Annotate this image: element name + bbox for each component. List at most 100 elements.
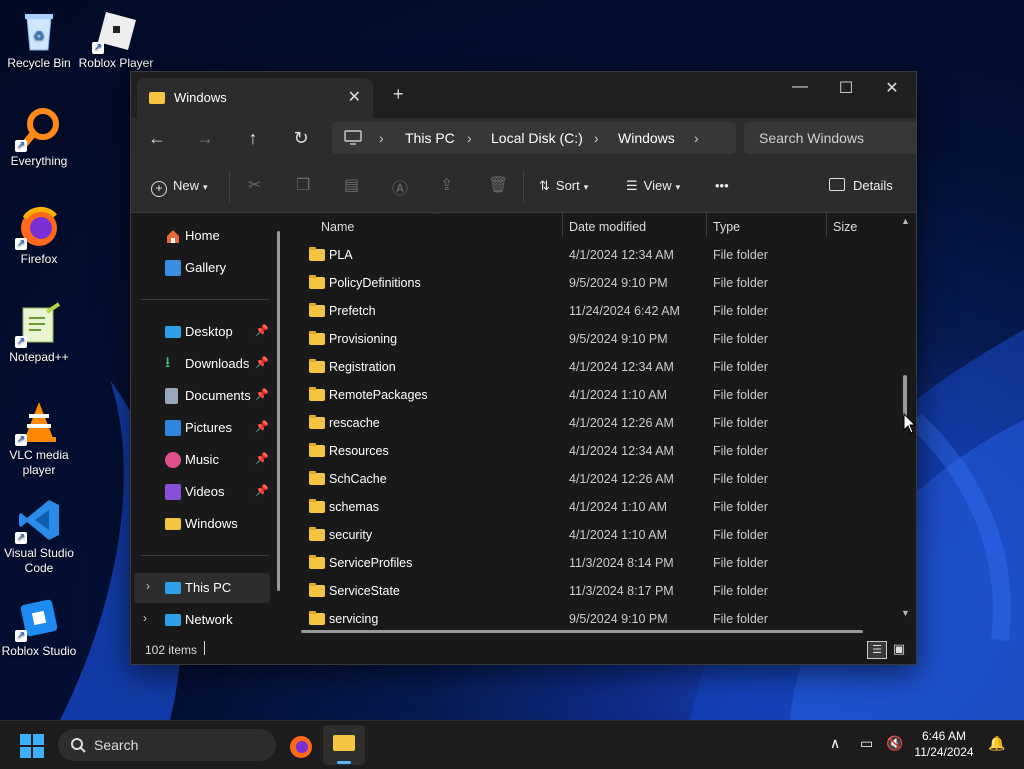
pin-icon[interactable]: 📌: [255, 484, 269, 497]
column-header-type[interactable]: Type: [713, 220, 740, 234]
table-row[interactable]: Resources 4/1/2024 12:34 AM File folder: [289, 437, 899, 465]
desktop-icon-vscode[interactable]: ↗ Visual Studio Code: [1, 498, 77, 576]
sidebar-item-music[interactable]: Music 📌: [131, 445, 271, 475]
videos-icon: [165, 484, 181, 500]
details-view-icon[interactable]: ☰: [867, 641, 887, 659]
table-row[interactable]: SchCache 4/1/2024 12:26 AM File folder: [289, 465, 899, 493]
list-scrollbar-thumb[interactable]: [903, 375, 907, 417]
view-button[interactable]: ☰ View ▾: [626, 178, 680, 194]
taskbar-search[interactable]: Search: [58, 729, 276, 761]
windows-start-icon[interactable]: [20, 734, 44, 758]
delete-icon[interactable]: 🗑: [488, 175, 508, 195]
close-window-button[interactable]: ✕: [869, 78, 915, 98]
copy-icon[interactable]: ❐: [296, 175, 310, 195]
pin-icon[interactable]: 📌: [255, 356, 269, 369]
sidebar-scrollbar[interactable]: [277, 231, 280, 591]
desktop-icon-roblox-studio[interactable]: ↗ Roblox Studio: [1, 596, 77, 659]
up-button[interactable]: ↑: [239, 128, 267, 149]
file-type: File folder: [713, 612, 768, 626]
new-tab-button[interactable]: +: [393, 84, 404, 105]
table-row[interactable]: rescache 4/1/2024 12:26 AM File folder: [289, 409, 899, 437]
sort-button[interactable]: ⇅ Sort ▾: [539, 178, 588, 194]
breadcrumb-this-pc[interactable]: This PC: [405, 130, 455, 146]
column-separator[interactable]: [706, 213, 707, 237]
table-row[interactable]: ServiceProfiles 11/3/2024 8:14 PM File fol…: [289, 549, 899, 577]
minimize-button[interactable]: —: [777, 78, 823, 96]
details-button[interactable]: Details: [829, 178, 893, 193]
sidebar-item-windows-folder[interactable]: Windows: [131, 509, 271, 539]
sidebar-item-network[interactable]: › Network: [131, 605, 271, 635]
pin-icon[interactable]: 📌: [255, 388, 269, 401]
breadcrumb-local-disk[interactable]: Local Disk (C:): [491, 130, 583, 146]
desktop-icon-recycle-bin[interactable]: ♻ Recycle Bin: [1, 8, 77, 71]
column-header-size[interactable]: Size: [833, 220, 857, 234]
refresh-button[interactable]: ↻: [287, 128, 315, 149]
pin-icon[interactable]: 📌: [255, 420, 269, 433]
firefox-taskbar-icon[interactable]: [288, 733, 314, 759]
column-header-date[interactable]: Date modified: [569, 220, 646, 234]
folder-icon: [309, 303, 325, 317]
table-row[interactable]: security 4/1/2024 1:10 AM File folder: [289, 521, 899, 549]
file-type: File folder: [713, 332, 768, 346]
sidebar-item-gallery[interactable]: Gallery: [131, 253, 271, 283]
pin-icon[interactable]: 📌: [255, 452, 269, 465]
breadcrumb-windows[interactable]: Windows: [618, 130, 675, 146]
table-row[interactable]: PLA 4/1/2024 12:34 AM File folder: [289, 241, 899, 269]
scroll-down-arrow-icon[interactable]: ▼: [901, 608, 910, 618]
clock[interactable]: 6:46 AM 11/24/2024: [912, 729, 976, 759]
sidebar-item-downloads[interactable]: ⭳ Downloads 📌: [131, 349, 271, 379]
desktop-icon-notepad-plus-plus[interactable]: ↗ Notepad++: [1, 302, 77, 365]
home-icon: [165, 228, 181, 244]
sidebar-item-desktop[interactable]: Desktop 📌: [131, 317, 271, 347]
rename-icon[interactable]: Ⓐ: [392, 175, 408, 199]
maximize-button[interactable]: ☐: [823, 78, 869, 98]
recycle-bin-icon: ♻: [17, 8, 61, 52]
column-separator[interactable]: [826, 213, 827, 237]
show-hidden-icons-chevron[interactable]: ∧: [830, 735, 840, 752]
desktop-icon-everything[interactable]: ↗ Everything: [1, 106, 77, 169]
table-row[interactable]: RemotePackages 4/1/2024 1:10 AM File folde…: [289, 381, 899, 409]
desktop-icon-roblox-player[interactable]: ↗ Roblox Player: [78, 8, 154, 71]
address-bar[interactable]: › This PC › Local Disk (C:) › Windows ›: [332, 122, 736, 154]
file-explorer-taskbar-button[interactable]: [323, 725, 365, 765]
shortcut-arrow-icon: ↗: [15, 434, 27, 446]
table-row[interactable]: schemas 4/1/2024 1:10 AM File folder: [289, 493, 899, 521]
more-options-button[interactable]: •••: [715, 178, 729, 193]
file-name: rescache: [329, 416, 380, 430]
search-input[interactable]: Search Windows: [744, 122, 916, 154]
table-row[interactable]: Registration 4/1/2024 12:34 AM File folder: [289, 353, 899, 381]
table-row[interactable]: Provisioning 9/5/2024 9:10 PM File folder: [289, 325, 899, 353]
table-row[interactable]: ServiceState 11/3/2024 8:17 PM File folder: [289, 577, 899, 605]
table-row[interactable]: Prefetch 11/24/2024 6:42 AM File folder: [289, 297, 899, 325]
table-row[interactable]: PolicyDefinitions 9/5/2024 9:10 PM File fo…: [289, 269, 899, 297]
sidebar-item-videos[interactable]: Videos 📌: [131, 477, 271, 507]
desktop-icon-firefox[interactable]: ↗ Firefox: [1, 204, 77, 267]
horizontal-scrollbar[interactable]: [301, 630, 863, 633]
toolbar-separator: [523, 172, 524, 202]
chevron-right-icon[interactable]: ›: [146, 579, 150, 593]
chevron-right-icon[interactable]: ›: [143, 611, 147, 625]
volume-muted-icon[interactable]: 🔇: [886, 735, 903, 752]
network-status-icon[interactable]: ▭: [860, 735, 873, 752]
notification-bell-icon[interactable]: 🔔: [988, 735, 1005, 752]
pin-icon[interactable]: 📌: [255, 324, 269, 337]
scroll-up-arrow-icon[interactable]: ▲: [901, 216, 910, 226]
new-button[interactable]: + New ▾: [151, 178, 208, 197]
forward-button[interactable]: →: [191, 128, 219, 149]
table-row[interactable]: servicing 9/5/2024 9:10 PM File folder: [289, 605, 899, 633]
column-separator[interactable]: [562, 213, 563, 237]
column-header-name[interactable]: Name: [321, 220, 354, 234]
cut-icon[interactable]: ✂: [248, 175, 261, 195]
file-type: File folder: [713, 472, 768, 486]
close-tab-icon[interactable]: ✕: [348, 87, 361, 107]
tiles-view-icon[interactable]: ▣: [891, 641, 907, 657]
sidebar-item-this-pc[interactable]: › This PC: [134, 573, 270, 603]
tab-windows[interactable]: Windows ✕: [137, 78, 373, 118]
sidebar-item-pictures[interactable]: Pictures 📌: [131, 413, 271, 443]
sidebar-item-documents[interactable]: Documents 📌: [131, 381, 271, 411]
paste-icon[interactable]: ▤: [344, 175, 359, 195]
share-icon[interactable]: ⇪: [440, 175, 453, 195]
sidebar-item-home[interactable]: Home: [131, 221, 271, 251]
desktop-icon-vlc[interactable]: ↗ VLC media player: [1, 400, 77, 478]
back-button[interactable]: ←: [143, 128, 171, 149]
